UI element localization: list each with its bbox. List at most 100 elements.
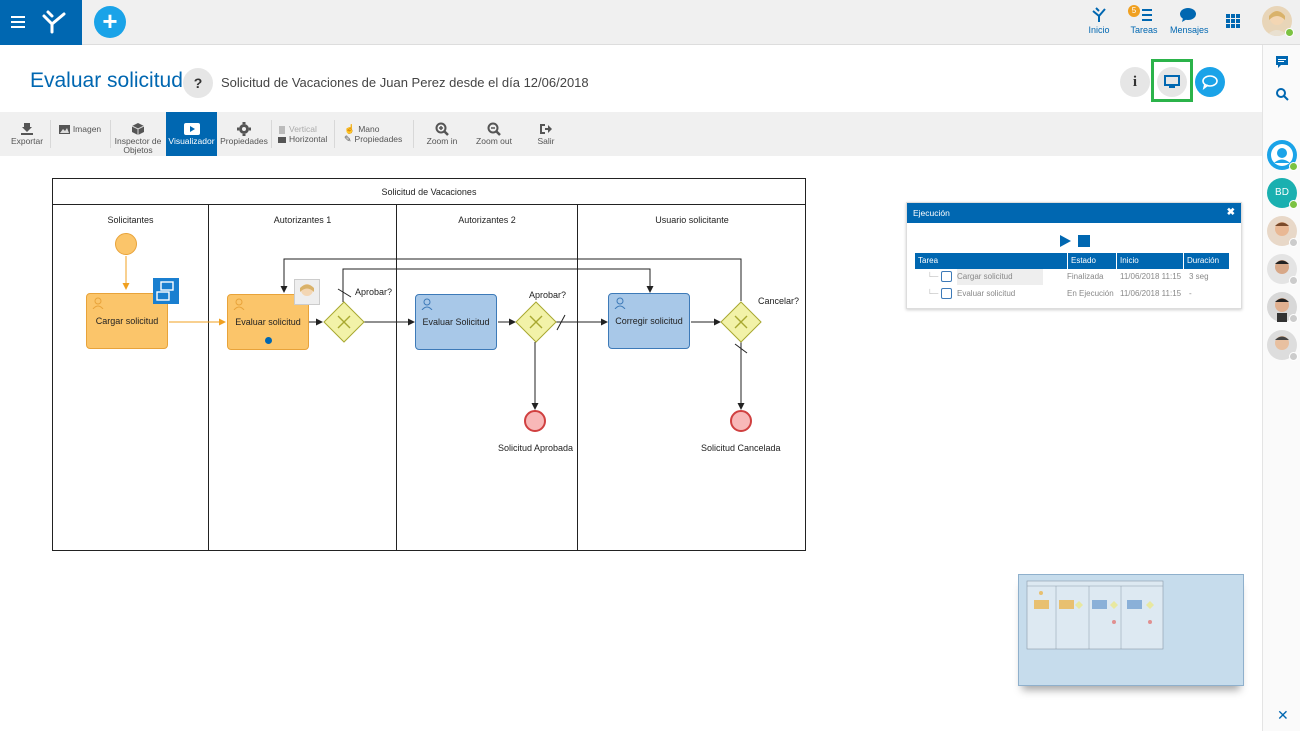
- end-event-label: Solicitud Aprobada: [498, 443, 574, 453]
- messages-icon: [1170, 5, 1206, 25]
- tasks-count-badge: 5: [1128, 5, 1140, 17]
- toolbar: Exportar Imagen Inspector de Objetos Vis…: [0, 112, 1262, 156]
- contact-status: [1289, 200, 1298, 209]
- horizontal-button[interactable]: Horizontal: [276, 122, 330, 144]
- task-status: Finalizada: [1067, 272, 1104, 281]
- user-task-icon: [92, 297, 104, 309]
- tasks-icon: 5: [1128, 5, 1160, 25]
- task-label: Evaluar solicitud: [235, 317, 301, 327]
- comments-button[interactable]: [1195, 67, 1225, 97]
- task-label: Cargar solicitud: [95, 316, 159, 326]
- close-panel-icon[interactable]: ✖: [1227, 203, 1235, 223]
- viewer-label: Visualizador: [168, 136, 215, 146]
- nav-home-label: Inicio: [1088, 25, 1110, 35]
- image-label: Imagen: [72, 124, 102, 134]
- gateway-cancelar[interactable]: [720, 301, 762, 343]
- table-header: Tarea Estado Inicio Duración: [915, 253, 1229, 269]
- page-subtitle: Solicitud de Vacaciones de Juan Perez de…: [221, 75, 589, 90]
- contact-status: [1289, 352, 1298, 361]
- task-start: 11/06/2018 11:15: [1120, 272, 1182, 281]
- nav-tasks-label: Tareas: [1130, 25, 1158, 35]
- nav-messages[interactable]: Mensajes: [1170, 5, 1209, 35]
- gateway-label: Cancelar?: [758, 296, 800, 306]
- brand-area: [0, 0, 82, 45]
- nav-messages-label: Mensajes: [1170, 25, 1209, 35]
- column-header: Duración: [1183, 253, 1219, 269]
- zoom-out-label: Zoom out: [476, 136, 512, 146]
- speech-bubble-icon: [1202, 75, 1218, 90]
- task-checkbox-icon[interactable]: [941, 271, 952, 282]
- contact-status: [1289, 314, 1298, 323]
- apps-grid-icon[interactable]: [1226, 14, 1240, 28]
- chat-icon[interactable]: [1275, 55, 1289, 69]
- diagram-minimap[interactable]: [1018, 574, 1244, 686]
- nav-home[interactable]: Inicio: [1084, 5, 1114, 35]
- play-icon[interactable]: [1059, 235, 1071, 247]
- zoom-out-button[interactable]: Zoom out: [472, 112, 516, 156]
- task-status: En Ejecución: [1067, 289, 1114, 298]
- task-name: Cargar solicitud: [957, 269, 1043, 285]
- exit-label: Salir: [537, 136, 555, 146]
- horizontal-label: Horizontal: [289, 134, 328, 144]
- table-row[interactable]: └─ Cargar solicitud Finalizada 11/06/201…: [915, 269, 1229, 285]
- sign-out-icon: [530, 121, 562, 137]
- exit-button[interactable]: Salir: [530, 112, 562, 156]
- hamburger-menu-icon[interactable]: [11, 16, 25, 28]
- gateway-aprobar-2[interactable]: [515, 301, 557, 343]
- task-corregir-solicitud[interactable]: Corregir solicitud: [608, 293, 690, 349]
- play-screen-icon: [166, 121, 217, 137]
- contact-status: [1289, 276, 1298, 285]
- user-task-icon: [614, 297, 626, 309]
- minimap-preview: [1026, 580, 1164, 650]
- new-button[interactable]: +: [94, 6, 126, 38]
- highlight-box: [1151, 59, 1193, 102]
- close-sidebar-icon[interactable]: ✕: [1277, 707, 1289, 724]
- task-checkbox-icon[interactable]: [941, 288, 952, 299]
- current-task-marker: [265, 337, 272, 344]
- task-start: 11/06/2018 11:15: [1120, 289, 1182, 298]
- export-icon: [8, 121, 46, 137]
- start-event[interactable]: [115, 233, 137, 255]
- task-evaluar-solicitud-2[interactable]: Evaluar Solicitud: [415, 294, 497, 350]
- toolbar-divider: [50, 120, 51, 148]
- end-event-cancelada[interactable]: [730, 410, 752, 432]
- user-task-icon: [233, 298, 245, 310]
- edit-properties-button[interactable]: ✎ Propiedades: [342, 122, 408, 144]
- stop-icon[interactable]: [1078, 235, 1090, 247]
- task-duration: 3 seg: [1189, 272, 1209, 281]
- top-bar: + Inicio 5 Tareas Mensajes: [0, 0, 1300, 45]
- gateway-label: Aprobar?: [355, 287, 393, 297]
- task-label: Evaluar Solicitud: [422, 317, 490, 327]
- viewer-toolbar-button[interactable]: Visualizador: [166, 112, 217, 156]
- toolbar-divider: [334, 120, 335, 148]
- image-icon: [58, 125, 70, 134]
- export-label: Exportar: [10, 136, 44, 146]
- assignee-avatar: [294, 279, 320, 305]
- zoom-in-button[interactable]: Zoom in: [422, 112, 462, 156]
- zoom-out-icon: [472, 121, 516, 137]
- info-button[interactable]: i: [1120, 67, 1150, 97]
- export-button[interactable]: Exportar: [8, 112, 46, 156]
- app-logo-icon[interactable]: [40, 8, 68, 36]
- panel-title: Ejecución: [913, 208, 950, 218]
- zoom-in-icon: [422, 121, 462, 137]
- toolbar-divider: [110, 120, 111, 148]
- contact-status: [1289, 238, 1298, 247]
- column-header: Tarea: [918, 256, 939, 265]
- execution-panel: Ejecución ✖ Tarea Estado Inicio Duración…: [906, 202, 1242, 309]
- nav-tasks[interactable]: 5 Tareas: [1128, 5, 1160, 35]
- bpmn-diagram[interactable]: Solicitud de Vacaciones Solicitantes Aut…: [52, 178, 806, 551]
- table-row[interactable]: └─ Evaluar solicitud En Ejecución 11/06/…: [915, 286, 1229, 302]
- contact-status: [1289, 162, 1298, 171]
- subprocess-icon[interactable]: [153, 278, 179, 304]
- image-button[interactable]: Imagen: [56, 112, 104, 156]
- task-label: Corregir solicitud: [615, 316, 683, 326]
- object-inspector-button[interactable]: Inspector de Objetos: [113, 112, 163, 156]
- search-icon[interactable]: [1275, 87, 1289, 101]
- horizontal-layout-icon: [278, 136, 286, 143]
- end-event-aprobada[interactable]: [524, 410, 546, 432]
- properties-button[interactable]: Propiedades: [220, 112, 268, 156]
- home-icon: [1084, 5, 1114, 25]
- gateway-aprobar-1[interactable]: [323, 301, 365, 343]
- help-button[interactable]: ?: [183, 68, 213, 98]
